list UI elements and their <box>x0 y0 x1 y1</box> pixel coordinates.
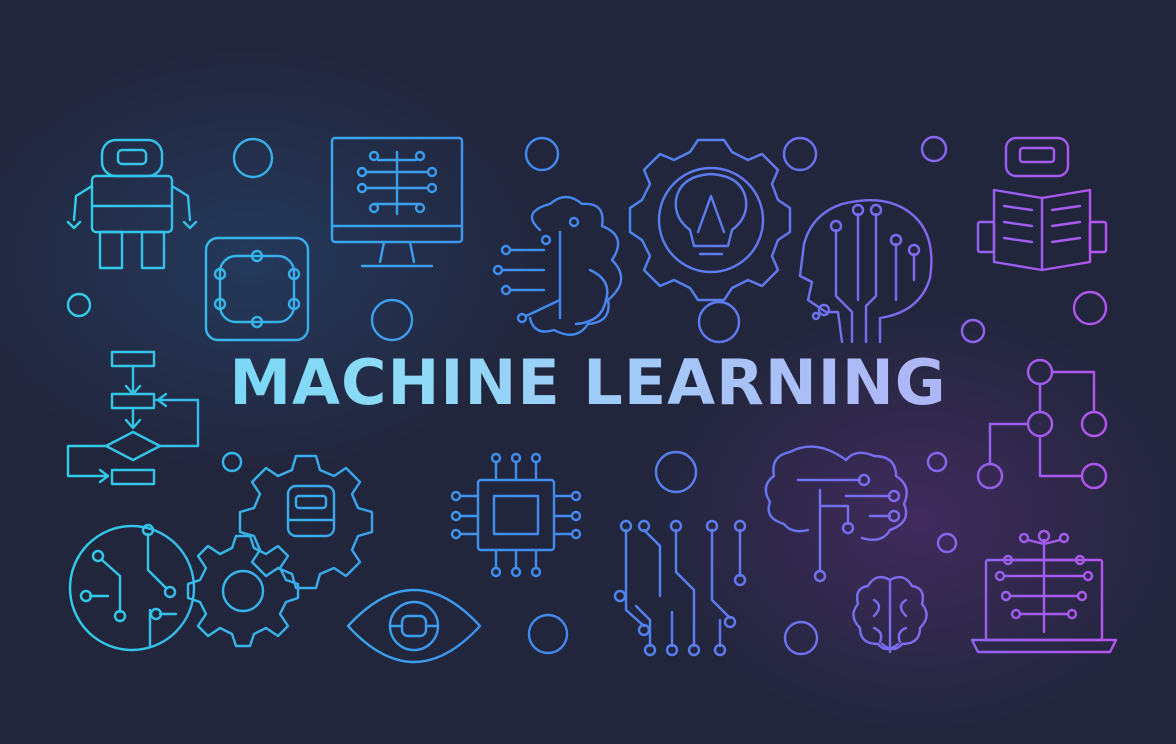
circuit-globe-icon <box>68 523 196 652</box>
robot-icon <box>66 138 198 270</box>
brain-tree-icon <box>764 445 908 583</box>
brain-circuit-icon <box>492 195 623 336</box>
eye-icon <box>346 588 482 664</box>
robot-gear-icon <box>238 454 374 590</box>
banner-title: MACHINE LEARNING <box>0 352 1176 414</box>
circuit-traces-icon <box>613 519 747 657</box>
cpu-chip-icon <box>450 452 582 578</box>
circuit-square-icon <box>204 236 310 342</box>
gear-icon <box>186 534 300 648</box>
monitor-neural-icon <box>330 136 464 268</box>
small-brain-icon <box>852 575 928 654</box>
lightbulb-gear-icon <box>628 138 792 302</box>
laptop-neural-icon <box>970 529 1118 654</box>
robot-reading-book-icon <box>976 136 1108 272</box>
ai-head-icon <box>798 199 933 344</box>
ml-banner: MACHINE LEARNING <box>0 0 1176 744</box>
